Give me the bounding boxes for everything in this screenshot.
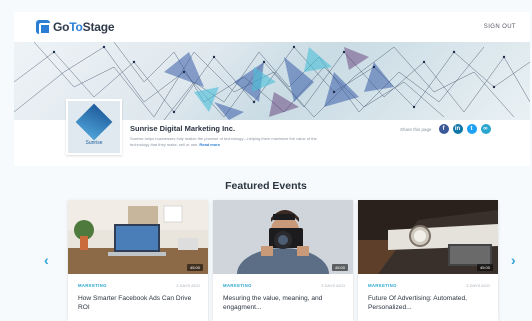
share-bar: Share this page f in t ∞: [400, 124, 491, 134]
company-name: Sunrise Digital Marketing Inc.: [130, 124, 236, 133]
event-thumbnail-camera: [213, 200, 353, 274]
link-icon[interactable]: ∞: [480, 124, 491, 134]
read-more-link[interactable]: Read more: [199, 142, 220, 147]
event-category: MARKETING: [368, 283, 397, 288]
featured-events-heading: Featured Events: [225, 180, 307, 192]
carousel-next-chevron-right-icon[interactable]: ›: [511, 252, 516, 268]
event-date: 3 DAYS AGO: [466, 283, 490, 288]
sign-out-link[interactable]: SIGN OUT: [484, 24, 516, 30]
event-card[interactable]: 45:00 MARKETING 3 DAYS AGO Future Of Adv…: [358, 200, 498, 321]
event-title[interactable]: Future Of Advertising: Automated, Person…: [368, 294, 490, 312]
facebook-icon[interactable]: f: [438, 124, 449, 134]
event-thumbnail-watch: [358, 200, 498, 274]
top-bar: GoToStage SIGN OUT: [14, 12, 530, 42]
carousel-prev-chevron-left-icon[interactable]: ‹: [44, 252, 49, 268]
logo-text: GoToStage: [53, 20, 115, 34]
twitter-icon[interactable]: t: [466, 124, 477, 134]
logo-icon: [36, 20, 51, 35]
page: GoToStage SIGN OUT Sunrise Sunrise Digit…: [0, 0, 532, 321]
duration-badge: 45:00: [476, 264, 493, 271]
event-date: 3 DAYS AGO: [176, 283, 200, 288]
company-logo-emblem: [75, 103, 113, 141]
company-info-section: Sunrise Sunrise Digital Marketing Inc. S…: [14, 99, 530, 166]
share-label: Share this page: [400, 126, 432, 132]
event-category: MARKETING: [223, 283, 252, 288]
event-thumbnail-laptop: [68, 200, 208, 274]
company-logo-text: Sunrise: [85, 140, 103, 147]
company-logo: Sunrise: [66, 99, 122, 155]
event-title[interactable]: Mesuring the value, meaning, and engagme…: [223, 294, 345, 312]
linkedin-icon[interactable]: in: [452, 124, 463, 134]
event-title[interactable]: How Smarter Facebook Ads Can Drive ROI: [78, 294, 200, 312]
event-category: MARKETING: [78, 283, 107, 288]
company-description: Sunrise helps businesses fully realize t…: [130, 136, 317, 147]
gotostage-logo[interactable]: GoToStage: [36, 20, 115, 35]
event-card[interactable]: 45:00 MARKETING 3 DAYS AGO Mesuring the …: [213, 200, 353, 321]
duration-badge: 45:00: [186, 264, 203, 271]
event-date: 3 DAYS AGO: [321, 283, 345, 288]
event-card[interactable]: 45:00 MARKETING 3 DAYS AGO How Smarter F…: [68, 200, 208, 321]
duration-badge: 45:00: [331, 264, 348, 271]
